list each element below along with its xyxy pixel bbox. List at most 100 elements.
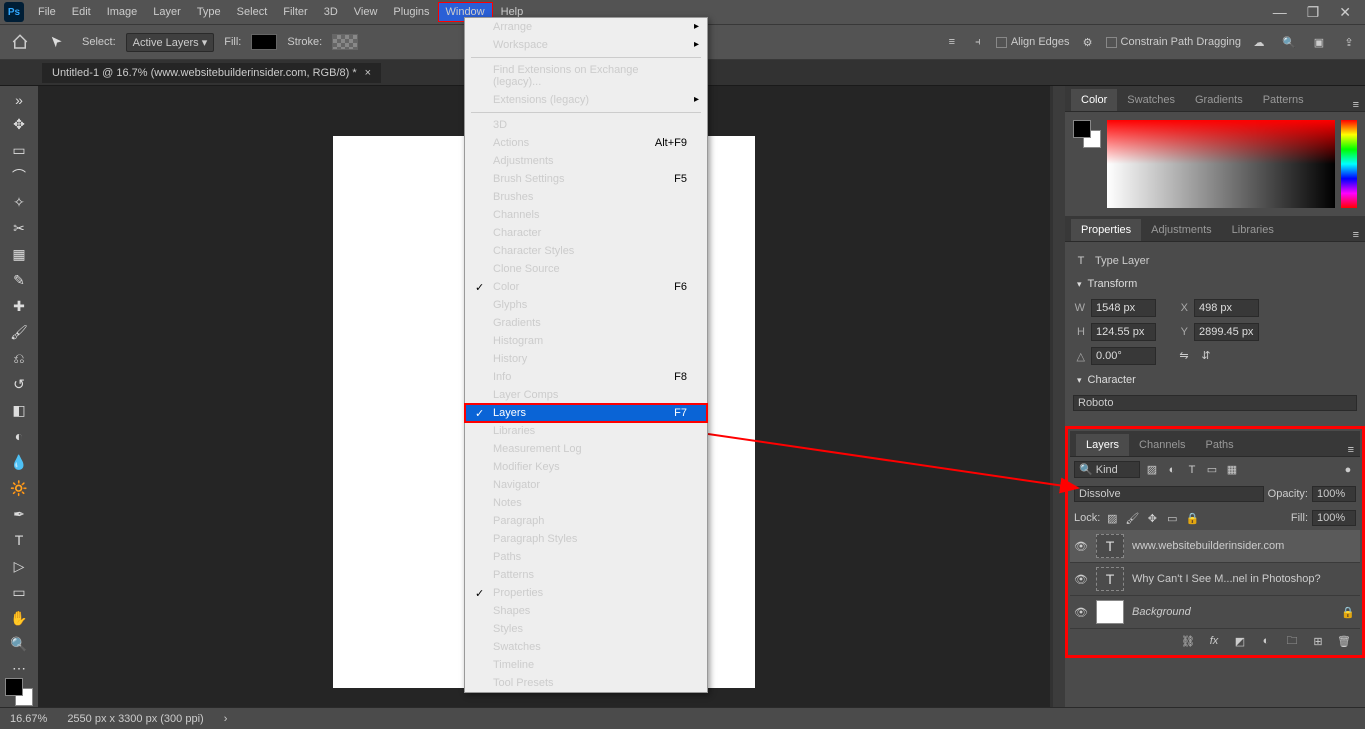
align-edges-label[interactable]: Align Edges xyxy=(1011,36,1070,48)
menu-item-notes[interactable]: Notes xyxy=(465,494,707,512)
tab-patterns[interactable]: Patterns xyxy=(1253,89,1314,111)
menu-item-find-extensions-on-exchange-legacy-[interactable]: Find Extensions on Exchange (legacy)... xyxy=(465,61,707,91)
lock-paint-icon[interactable]: 🖌 xyxy=(1124,510,1140,526)
menu-item-timeline[interactable]: Timeline xyxy=(465,656,707,674)
menu-3d[interactable]: 3D xyxy=(316,2,346,22)
menu-file[interactable]: File xyxy=(30,2,64,22)
menu-item-tool-presets[interactable]: Tool Presets xyxy=(465,674,707,692)
tab-swatches[interactable]: Swatches xyxy=(1117,89,1185,111)
stroke-swatch[interactable] xyxy=(332,34,358,50)
menu-image[interactable]: Image xyxy=(99,2,146,22)
x-input[interactable] xyxy=(1194,299,1259,317)
move-tool[interactable]: ✥ xyxy=(4,112,34,136)
menu-item-shapes[interactable]: Shapes xyxy=(465,602,707,620)
blur-tool[interactable]: 💧 xyxy=(4,450,34,474)
menu-item-glyphs[interactable]: Glyphs xyxy=(465,296,707,314)
menu-item-color[interactable]: ColorF6 xyxy=(465,278,707,296)
visibility-icon[interactable]: 👁 xyxy=(1074,606,1088,619)
menu-item-modifier-keys[interactable]: Modifier Keys xyxy=(465,458,707,476)
restore-icon[interactable]: ❐ xyxy=(1307,4,1320,21)
stamp-tool[interactable]: ⎌ xyxy=(4,346,34,370)
tab-adjustments[interactable]: Adjustments xyxy=(1141,219,1222,241)
filter-smart-icon[interactable]: ▦ xyxy=(1224,462,1240,478)
tab-channels[interactable]: Channels xyxy=(1129,434,1195,456)
marquee-tool[interactable]: ▭ xyxy=(4,138,34,162)
menu-type[interactable]: Type xyxy=(189,2,229,22)
search-icon[interactable]: 🔍 xyxy=(1281,34,1297,50)
adjustment-icon[interactable]: ◐ xyxy=(1258,633,1274,649)
menu-item-swatches[interactable]: Swatches xyxy=(465,638,707,656)
menu-item-libraries[interactable]: Libraries xyxy=(465,422,707,440)
frame-tool[interactable]: ▦ xyxy=(4,242,34,266)
visibility-icon[interactable]: 👁 xyxy=(1074,573,1088,586)
menu-item-gradients[interactable]: Gradients xyxy=(465,314,707,332)
expand-icon[interactable]: » xyxy=(4,90,34,110)
menu-item-styles[interactable]: Styles xyxy=(465,620,707,638)
filter-type-icon[interactable]: T xyxy=(1184,462,1200,478)
constrain-label[interactable]: Constrain Path Dragging xyxy=(1121,36,1241,48)
menu-item-measurement-log[interactable]: Measurement Log xyxy=(465,440,707,458)
lock-all-icon[interactable]: 🔒 xyxy=(1184,510,1200,526)
menu-item-patterns[interactable]: Patterns xyxy=(465,566,707,584)
menu-item-channels[interactable]: Channels xyxy=(465,206,707,224)
tab-color[interactable]: Color xyxy=(1071,89,1117,111)
document-tab[interactable]: Untitled-1 @ 16.7% (www.websitebuilderin… xyxy=(42,63,381,83)
menu-item-character[interactable]: Character xyxy=(465,224,707,242)
menu-item-workspace[interactable]: Workspace xyxy=(465,36,707,54)
fg-bg-colors[interactable] xyxy=(1073,120,1101,148)
layer-row[interactable]: 👁 T Why Can't I See M...nel in Photoshop… xyxy=(1070,563,1360,596)
link-icon[interactable]: ⛓ xyxy=(1180,633,1196,649)
pen-tool[interactable]: ✒ xyxy=(4,502,34,526)
menu-item-properties[interactable]: Properties xyxy=(465,584,707,602)
share-icon[interactable]: ⇪ xyxy=(1341,34,1357,50)
gradient-tool[interactable]: ◐ xyxy=(4,424,34,448)
menu-item-extensions-legacy-[interactable]: Extensions (legacy) xyxy=(465,91,707,109)
move-tool-icon[interactable] xyxy=(42,30,72,54)
layer-row[interactable]: 👁 Background 🔒 xyxy=(1070,596,1360,629)
brush-tool[interactable]: 🖌 xyxy=(4,320,34,344)
menu-item-layer-comps[interactable]: Layer Comps xyxy=(465,386,707,404)
home-icon[interactable] xyxy=(8,30,32,54)
menu-item-navigator[interactable]: Navigator xyxy=(465,476,707,494)
menu-item-actions[interactable]: ActionsAlt+F9 xyxy=(465,134,707,152)
menu-layer[interactable]: Layer xyxy=(145,2,189,22)
menu-item-layers[interactable]: LayersF7 xyxy=(465,404,707,422)
lock-trans-icon[interactable]: ▨ xyxy=(1104,510,1120,526)
photoshop-logo[interactable]: Ps xyxy=(4,2,24,22)
workspace-icon[interactable]: ▣ xyxy=(1311,34,1327,50)
close-icon[interactable]: ✕ xyxy=(1339,4,1351,21)
menu-filter[interactable]: Filter xyxy=(275,2,315,22)
menu-item-histogram[interactable]: Histogram xyxy=(465,332,707,350)
group-icon[interactable]: 🗀 xyxy=(1284,633,1300,649)
dodge-tool[interactable]: 🔆 xyxy=(4,476,34,500)
blend-mode-dropdown[interactable]: Dissolve xyxy=(1074,486,1264,502)
hue-slider[interactable] xyxy=(1341,120,1357,208)
zoom-level[interactable]: 16.67% xyxy=(10,713,47,725)
tab-gradients[interactable]: Gradients xyxy=(1185,89,1253,111)
menu-plugins[interactable]: Plugins xyxy=(385,2,437,22)
menu-item-info[interactable]: InfoF8 xyxy=(465,368,707,386)
gear-icon[interactable]: ⚙ xyxy=(1080,34,1096,50)
lock-artboard-icon[interactable]: ▭ xyxy=(1164,510,1180,526)
select-mode-dropdown[interactable]: Active Layers ▾ xyxy=(126,33,215,52)
align-icon[interactable]: ≡ xyxy=(944,34,960,50)
chevron-right-icon[interactable]: › xyxy=(224,713,228,725)
transform-section[interactable]: Transform xyxy=(1073,272,1357,296)
filter-shape-icon[interactable]: ▭ xyxy=(1204,462,1220,478)
eyedropper-tool[interactable]: ✎ xyxy=(4,268,34,292)
layer-row[interactable]: 👁 T www.websitebuilderinsider.com xyxy=(1070,530,1360,563)
opacity-input[interactable]: 100% xyxy=(1312,486,1356,502)
minimize-icon[interactable]: ― xyxy=(1273,4,1287,21)
lock-pos-icon[interactable]: ✥ xyxy=(1144,510,1160,526)
fill-input[interactable]: 100% xyxy=(1312,510,1356,526)
color-field[interactable] xyxy=(1107,120,1335,208)
width-input[interactable] xyxy=(1091,299,1156,317)
character-section[interactable]: Character xyxy=(1073,368,1357,392)
healing-tool[interactable]: ✚ xyxy=(4,294,34,318)
fg-bg-swatch[interactable] xyxy=(4,680,34,704)
crop-tool[interactable]: ✂ xyxy=(4,216,34,240)
menu-item-character-styles[interactable]: Character Styles xyxy=(465,242,707,260)
menu-view[interactable]: View xyxy=(346,2,386,22)
fx-icon[interactable]: fx xyxy=(1206,633,1222,649)
tab-layers[interactable]: Layers xyxy=(1076,434,1129,456)
